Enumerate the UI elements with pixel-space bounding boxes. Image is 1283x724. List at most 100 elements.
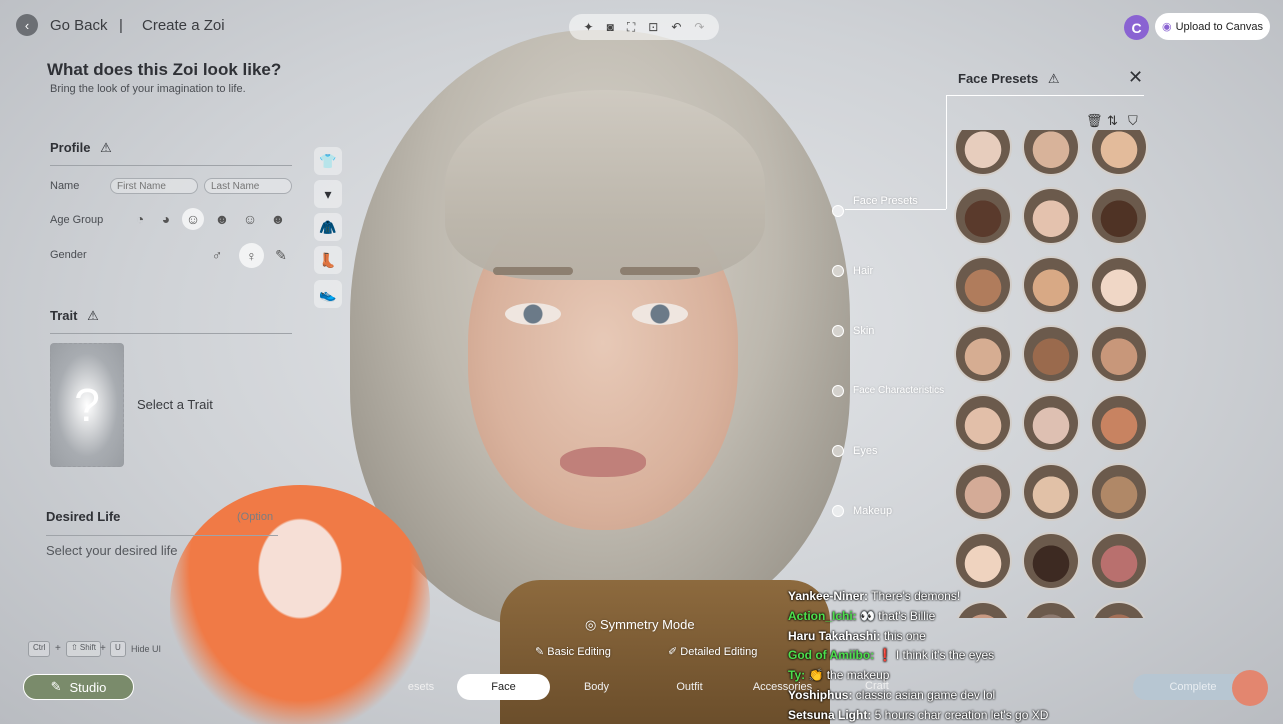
chat-username: Yankee-Niner: <box>788 589 869 603</box>
nav-dot-eyes[interactable] <box>832 445 844 457</box>
face-preset[interactable] <box>954 325 1012 383</box>
detailed-editing-button[interactable]: ✐ Detailed Editing <box>668 645 757 658</box>
trash-icon[interactable]: 🗑 <box>1086 113 1103 129</box>
warning-icon: ⚠ <box>1047 71 1060 86</box>
trait-title: Trait ⚠ <box>50 308 99 323</box>
basic-editing-button[interactable]: ✎ Basic Editing <box>535 645 611 658</box>
face-preset[interactable] <box>954 532 1012 590</box>
face-preset[interactable] <box>954 394 1012 452</box>
face-preset[interactable] <box>954 463 1012 521</box>
upload-to-canvas-button[interactable]: ◉ Upload to Canvas <box>1155 13 1270 40</box>
close-icon[interactable]: ✕ <box>1128 67 1143 88</box>
face-preset[interactable] <box>1022 532 1080 590</box>
canvas-logo[interactable]: C <box>1124 15 1149 40</box>
filter-icon[interactable]: ⛉ <box>1128 113 1138 129</box>
optional-label: (Option <box>237 511 274 523</box>
sort-icon[interactable]: ⇅ <box>1107 113 1118 129</box>
chat-message: God of Amiibo: ❗ I think it's the eyes <box>788 646 1078 666</box>
age-child-icon[interactable]: ◕ <box>155 208 177 230</box>
face-preset[interactable] <box>1022 325 1080 383</box>
nav-makeup[interactable]: Makeup <box>853 505 892 517</box>
face-preset[interactable] <box>1090 187 1148 245</box>
chat-message: Action_Ichi: 👀 that's Billie <box>788 607 1078 627</box>
face-preset[interactable] <box>1022 256 1080 314</box>
age-young-adult-icon[interactable]: ☺ <box>182 208 204 230</box>
panel-subheading: Bring the look of your imagination to li… <box>50 83 246 95</box>
face-preset[interactable] <box>954 187 1012 245</box>
face-preset[interactable] <box>1022 187 1080 245</box>
age-middle-aged-icon[interactable]: ☺ <box>239 208 261 230</box>
chat-message: Haru Takahashi: this one <box>788 627 1078 647</box>
sparkle-icon[interactable]: ✦ <box>584 20 594 34</box>
nav-skin[interactable]: Skin <box>853 325 874 337</box>
outfit-jacket-icon[interactable]: 🧥 <box>314 213 342 241</box>
face-preset[interactable] <box>1090 256 1148 314</box>
desired-life-select[interactable]: Select your desired life <box>46 543 178 558</box>
first-name-field[interactable] <box>110 178 198 194</box>
camera-icon[interactable]: ◙ <box>607 20 614 34</box>
face-preset[interactable] <box>1090 130 1148 176</box>
profile-divider <box>50 165 292 166</box>
face-preset[interactable] <box>1090 601 1148 618</box>
undo-icon[interactable]: ↶ <box>671 20 681 34</box>
nav-face-presets[interactable]: Face Presets <box>853 195 918 207</box>
nav-dot-hair[interactable] <box>832 265 844 277</box>
nav-dot-skin[interactable] <box>832 325 844 337</box>
tab-face[interactable]: Face <box>457 674 550 700</box>
outfit-boots-icon[interactable]: 👢 <box>314 246 342 274</box>
back-icon[interactable]: ‹ <box>16 14 38 36</box>
redo-icon[interactable]: ↷ <box>694 20 704 34</box>
face-preset[interactable] <box>1090 325 1148 383</box>
edit-gender-icon[interactable]: ✎ <box>270 244 292 266</box>
panel-heading: What does this Zoi look like? <box>47 60 282 79</box>
outfit-bottom-icon[interactable]: ▾ <box>314 180 342 208</box>
symmetry-mode-toggle[interactable]: ◎ Symmetry Mode <box>585 617 695 633</box>
chat-username: Setsuna Light: <box>788 707 872 722</box>
tab-presets[interactable]: esets <box>395 681 447 693</box>
female-icon[interactable]: ♀ <box>239 243 264 268</box>
frame-icon[interactable]: ⛶ <box>627 20 635 35</box>
last-name-field[interactable] <box>204 178 292 194</box>
face-preset[interactable] <box>1022 130 1080 176</box>
go-back-link[interactable]: Go Back <box>50 17 108 34</box>
name-label: Name <box>50 180 80 192</box>
face-preset[interactable] <box>1022 394 1080 452</box>
outfit-top-icon[interactable]: 👕 <box>314 147 342 175</box>
chat-text: classic asian game dev lol <box>852 687 996 702</box>
studio-button[interactable]: ✎ Studio <box>23 674 134 700</box>
trait-card[interactable]: ? <box>50 343 124 467</box>
canvas-icon: ◉ <box>1161 21 1172 33</box>
face-preset[interactable] <box>1090 532 1148 590</box>
nav-dot-face-characteristics[interactable] <box>832 385 844 397</box>
nav-hair[interactable]: Hair <box>853 265 873 277</box>
character-right-eye <box>632 303 688 325</box>
warning-icon: ⚠ <box>87 308 99 323</box>
mascot-icon <box>1232 670 1268 706</box>
male-icon[interactable]: ♂ <box>206 244 228 266</box>
chat-text: There's demons! <box>868 589 961 603</box>
face-preset[interactable] <box>1022 463 1080 521</box>
face-preset[interactable] <box>1090 463 1148 521</box>
key-shift: ⇧ Shift <box>66 641 101 657</box>
nav-face-characteristics[interactable]: Face Characteristics <box>853 385 944 396</box>
nav-eyes[interactable]: Eyes <box>853 445 877 457</box>
nav-dot-face-presets[interactable] <box>832 205 844 217</box>
tab-body[interactable]: Body <box>550 681 643 693</box>
age-adult-icon[interactable]: ☻ <box>211 208 233 230</box>
chat-username: Yoshiphus: <box>788 687 853 702</box>
face-preset[interactable] <box>954 130 1012 176</box>
face-preset[interactable] <box>954 256 1012 314</box>
select-trait-label[interactable]: Select a Trait <box>137 397 213 412</box>
age-infant-icon[interactable]: ◔ <box>129 208 151 230</box>
trait-divider <box>50 333 292 334</box>
warning-icon: ⚠ <box>100 140 112 155</box>
chat-text: this one <box>880 628 926 643</box>
tab-outfit[interactable]: Outfit <box>643 681 736 693</box>
nav-dot-makeup[interactable] <box>832 505 844 517</box>
focus-icon[interactable]: ⊡ <box>648 20 658 34</box>
gender-label: Gender <box>50 249 87 261</box>
face-preset[interactable] <box>1090 394 1148 452</box>
title-separator: | <box>119 17 123 34</box>
age-senior-icon[interactable]: ☻ <box>267 208 289 230</box>
outfit-shoes-icon[interactable]: 👟 <box>314 280 342 308</box>
